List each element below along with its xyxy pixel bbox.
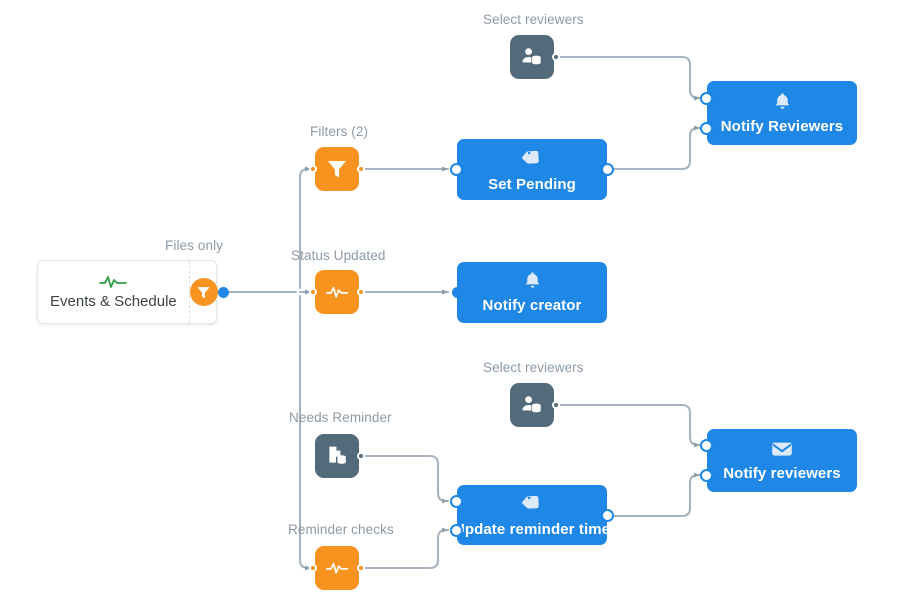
card-notify-creator[interactable]: Notify creator [452,262,607,323]
edge-trigger-to-filters [298,166,313,290]
node-status-updated[interactable] [309,270,365,314]
card-set-pending[interactable]: Set Pending [450,139,614,200]
tag-icon [520,492,543,514]
activity-pulse-icon [325,562,349,574]
input-port[interactable] [309,564,317,572]
card-title: Update reminder time [453,521,611,538]
funnel-icon [327,161,347,178]
card-title: Notify creator [482,297,582,314]
edge-select-reviewers-to-notify-reviewers [558,55,702,101]
node-select-reviewers-top[interactable] [510,35,560,79]
caption-status-updated: Status Updated [291,248,386,263]
output-port[interactable] [552,53,560,61]
trigger-filter-section[interactable] [189,261,218,323]
trigger-title: Events & Schedule [50,292,177,310]
input-port-2[interactable] [700,469,713,482]
output-port-1[interactable] [601,163,614,176]
output-port[interactable] [357,452,365,460]
caption-needs-reminder: Needs Reminder [289,410,392,425]
envelope-icon [770,440,794,458]
activity-pulse-icon [325,286,349,298]
card-title: Set Pending [488,175,576,193]
output-port-1[interactable] [601,509,614,522]
card-notify-reviewers-top[interactable]: Notify Reviewers [700,81,857,145]
caption-reminder-checks: Reminder checks [288,522,394,537]
output-port[interactable] [552,401,560,409]
trigger-main[interactable]: Events & Schedule [38,261,190,323]
input-port-1[interactable] [700,92,713,105]
input-port-2[interactable] [700,122,713,135]
input-port-1[interactable] [700,439,713,452]
workflow-canvas[interactable]: Select reviewers Filters (2) Status Upda… [0,0,916,613]
user-database-icon [522,396,541,413]
card-update-reminder-time[interactable]: Update reminder time [450,485,614,545]
edge-set-pending-to-notify-reviewers [609,125,702,171]
node-needs-reminder[interactable] [315,434,365,478]
node-select-reviewers-bottom[interactable] [510,383,560,427]
input-port[interactable] [309,288,317,296]
funnel-icon[interactable] [189,278,218,306]
output-port[interactable] [357,288,365,296]
trigger-output-port[interactable] [218,287,229,298]
edge-update-reminder-time-to-notify-reviewers [611,472,702,518]
card-notify-reviewers-bottom[interactable]: Notify reviewers [700,429,857,492]
trigger-node-events-and-schedule[interactable]: Events & Schedule [37,260,229,324]
edge-needs-reminder-to-update-reminder-time [358,454,450,504]
edge-select-reviewers-bottom-to-notify-reviewers [558,403,702,448]
input-port-1[interactable] [450,163,463,176]
caption-files-only: Files only [165,238,224,253]
caption-select-reviewers-bottom: Select reviewers [483,360,584,375]
document-database-icon [329,446,346,464]
user-database-icon [522,48,541,65]
output-port[interactable] [357,564,365,572]
node-reminder-checks[interactable] [309,546,365,590]
output-port[interactable] [357,165,365,173]
input-port[interactable] [309,165,317,173]
input-port-2[interactable] [450,524,463,537]
node-filters[interactable] [309,147,365,191]
bell-icon [773,92,792,111]
caption-filters: Filters (2) [310,124,369,139]
input-port-1[interactable] [450,495,463,508]
activity-pulse-icon [99,274,128,290]
caption-select-reviewers-top: Select reviewers [483,12,584,27]
tag-icon [520,147,543,169]
bell-icon [523,271,542,290]
card-title: Notify Reviewers [720,117,844,135]
card-title: Notify reviewers [723,464,841,482]
input-port-1[interactable] [452,287,463,298]
